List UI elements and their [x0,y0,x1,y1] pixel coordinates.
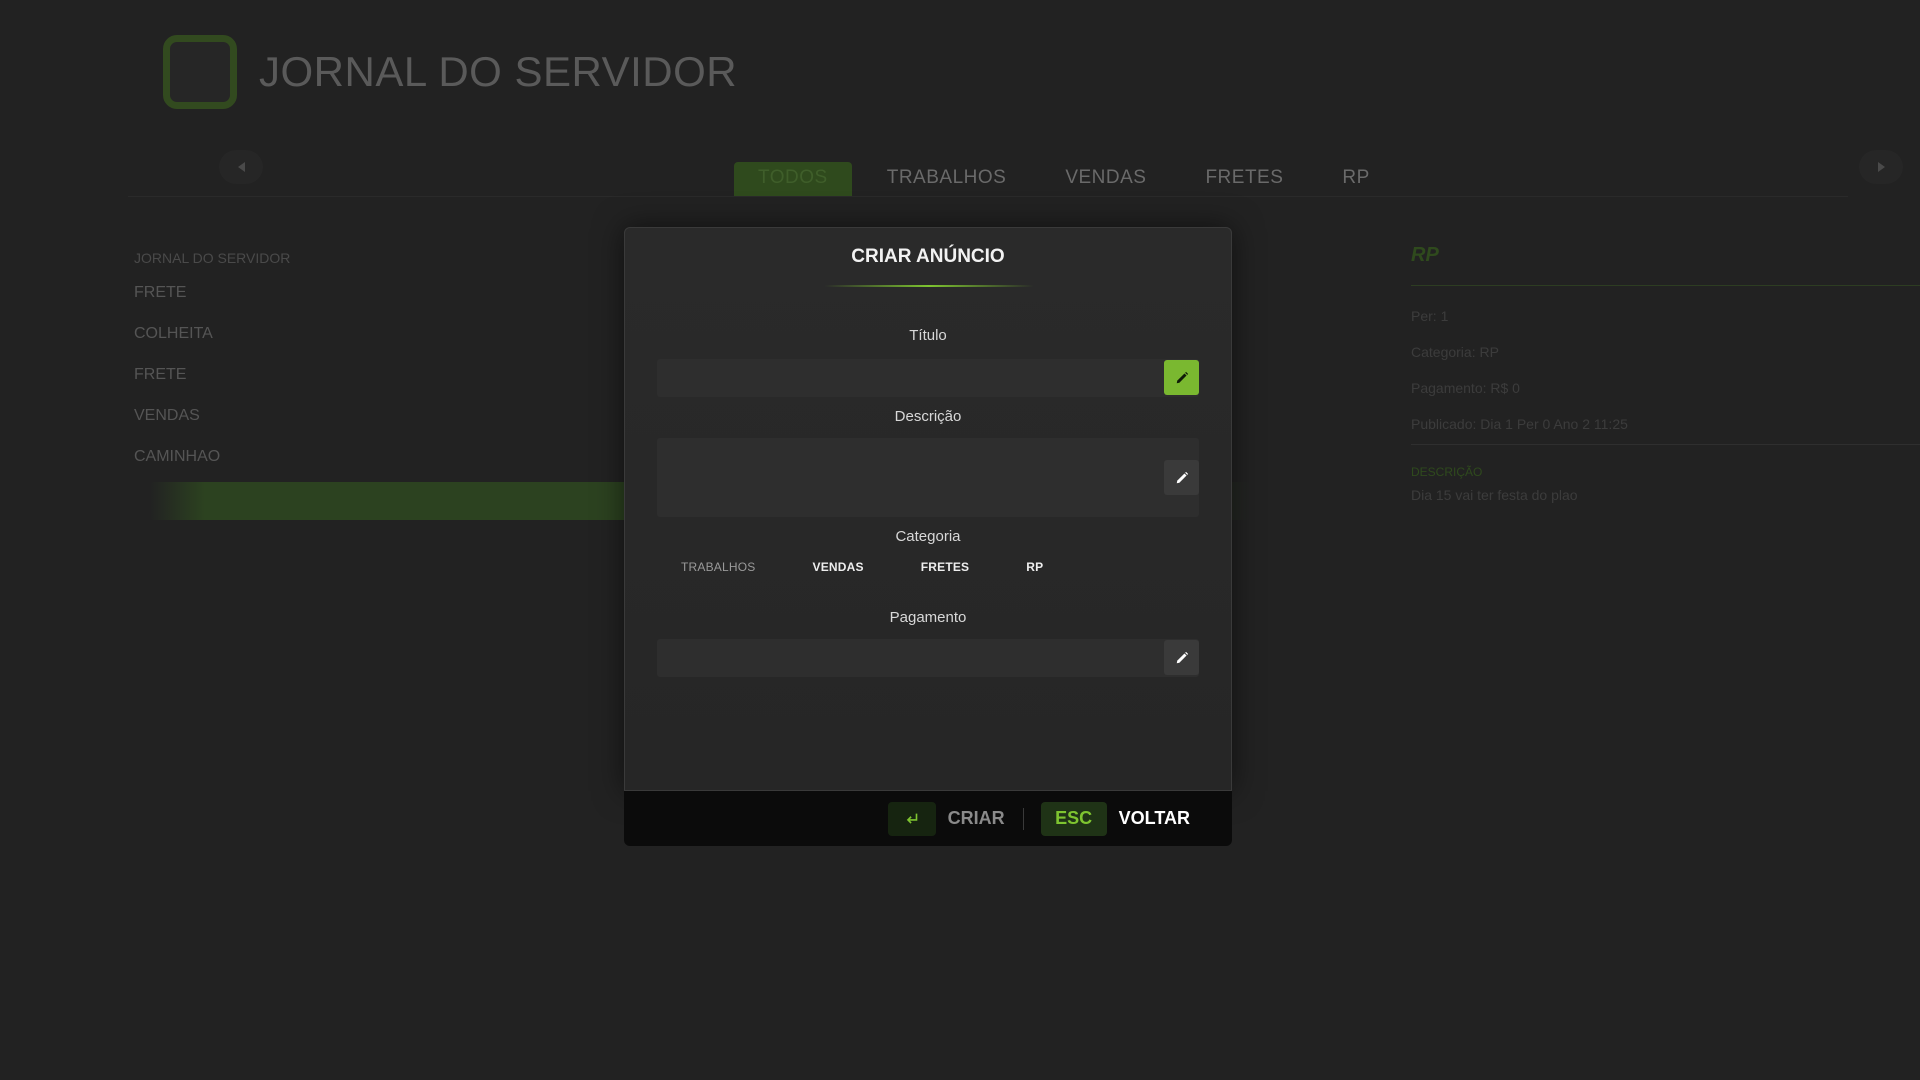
details-divider [1411,285,1920,286]
pencil-icon [1176,371,1188,383]
pagamento-edit-button[interactable] [1164,640,1199,675]
titulo-label: Título [909,327,947,344]
app-title: JORNAL DO SERVIDOR [259,48,738,95]
categoria-rp[interactable]: RP [1026,560,1043,574]
criar-button[interactable]: CRIAR [948,808,1005,829]
titulo-field [657,359,1199,397]
modal-title-underline [824,285,1034,287]
descricao-input[interactable] [657,438,1199,517]
details-per: Per: 1 [1411,308,1449,324]
pagamento-label: Pagamento [889,609,967,626]
details-panel: RP Per: 1 Categoria: RP Pagamento: R$ 0 … [1411,244,1920,503]
descricao-field [657,438,1199,517]
create-announcement-modal: CRIAR ANÚNCIO Título Descrição Categoria… [624,227,1232,791]
next-arrow-button[interactable] [1859,150,1903,184]
titulo-input[interactable] [657,359,1199,397]
category-tabs: TODOS TRABALHOS VENDAS FRETES RP [734,162,1405,196]
categoria-fretes[interactable]: FRETES [921,560,970,574]
details-divider-2 [1411,444,1920,445]
tab-rp[interactable]: RP [1318,162,1393,196]
details-title: RP [1411,244,1439,266]
categoria-label: Categoria [895,528,961,545]
categoria-options: TRABALHOS VENDAS FRETES RP [681,560,1100,574]
pagamento-input[interactable] [657,639,1199,677]
tab-trabalhos[interactable]: TRABALHOS [863,162,1031,196]
app-logo [163,35,237,109]
descricao-edit-button[interactable] [1164,460,1199,495]
pencil-icon [1176,651,1188,663]
details-meta: Per: 1 Categoria: RP Pagamento: R$ 0 Pub… [1411,308,1920,452]
voltar-button[interactable]: VOLTAR [1119,808,1190,829]
arrow-right-icon [1877,162,1885,172]
descricao-label: Descrição [894,408,962,425]
categoria-vendas[interactable]: VENDAS [813,560,864,574]
details-categoria: Categoria: RP [1411,344,1499,360]
page-header: JORNAL DO SERVIDOR [163,35,737,109]
titulo-edit-button[interactable] [1164,360,1199,395]
enter-icon [906,813,917,824]
details-publicado: Publicado: Dia 1 Per 0 Ano 2 11:25 [1411,416,1628,432]
modal-title: CRIAR ANÚNCIO [851,246,1005,267]
details-description: Dia 15 vai ter festa do plao [1411,487,1578,503]
details-description-label: DESCRIÇÃO [1411,465,1483,479]
pagamento-field [657,639,1199,677]
footer-separator [1022,807,1024,830]
prev-arrow-button[interactable] [219,150,263,184]
tab-todos[interactable]: TODOS [734,162,852,196]
details-pagamento: Pagamento: R$ 0 [1411,380,1520,396]
esc-key-badge[interactable]: ESC [1040,801,1107,836]
enter-key-badge[interactable] [887,801,936,836]
arrow-left-icon [237,162,245,172]
tab-vendas[interactable]: VENDAS [1041,162,1170,196]
pencil-icon [1176,471,1188,483]
categoria-trabalhos[interactable]: TRABALHOS [681,560,756,574]
modal-footer: CRIAR ESC VOLTAR [624,791,1232,846]
tabs-divider [128,196,1848,197]
tab-fretes[interactable]: FRETES [1181,162,1307,196]
